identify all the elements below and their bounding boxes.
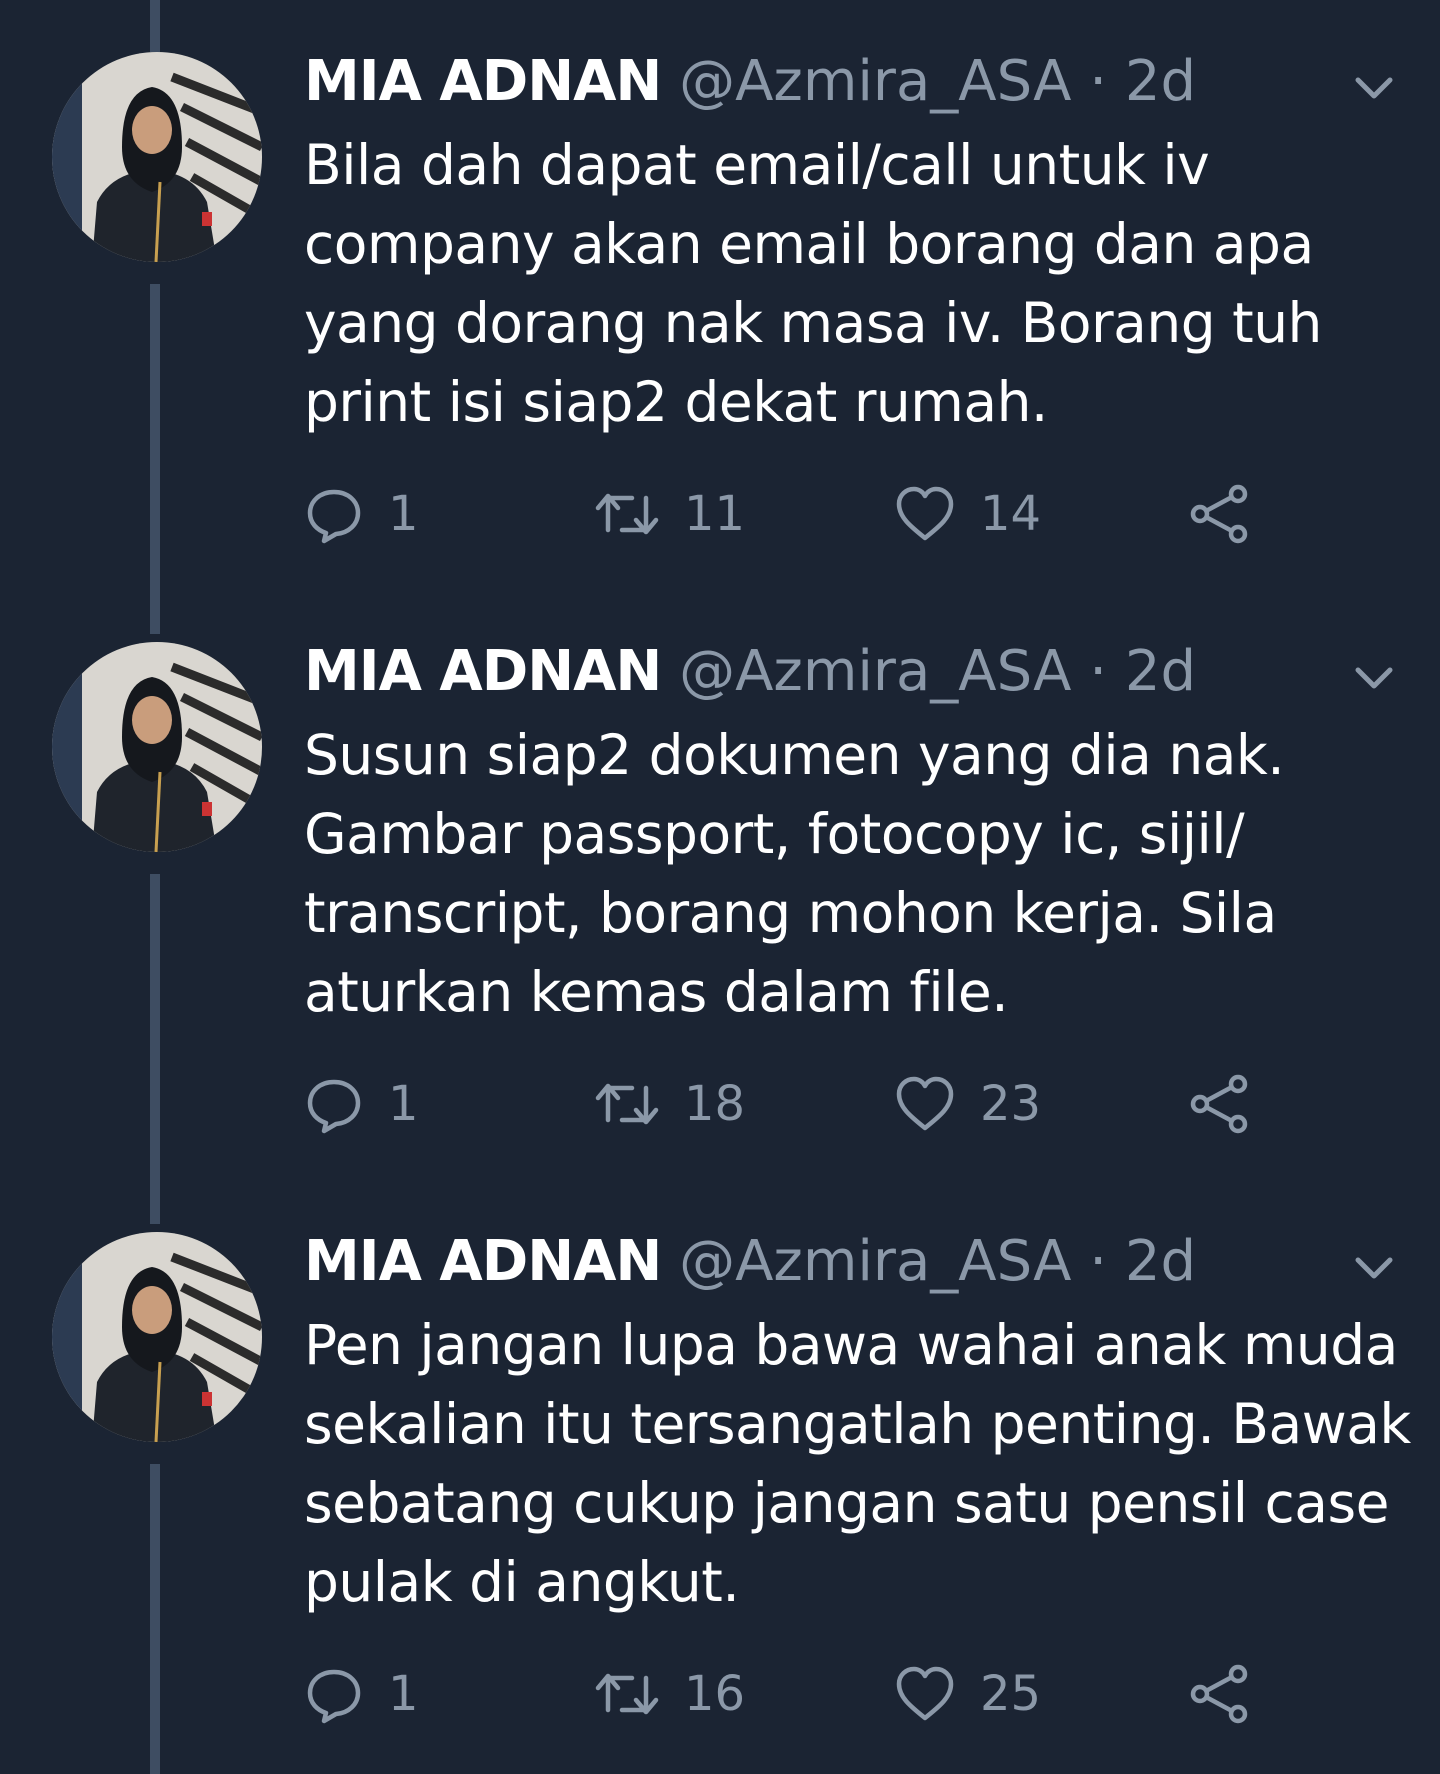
- user-handle[interactable]: @Azmira_ASA: [679, 1229, 1071, 1294]
- heart-icon: [894, 1664, 956, 1724]
- timestamp[interactable]: 2d: [1125, 639, 1196, 704]
- share-button[interactable]: [1188, 474, 1252, 554]
- retweet-count: 18: [684, 1076, 746, 1132]
- tweet-actions: 1 18 23: [304, 1064, 1304, 1144]
- chevron-down-icon[interactable]: [1350, 68, 1398, 108]
- tweet-text: Pen jangan lupa bawa wahai anak muda sek…: [304, 1313, 1411, 1614]
- tweet-1[interactable]: MIA ADNAN @Azmira_ASA · 2d Bila dah dapa…: [0, 0, 1440, 590]
- display-name[interactable]: MIA ADNAN: [304, 639, 662, 704]
- reply-icon: [304, 1664, 364, 1724]
- avatar[interactable]: [52, 1232, 262, 1442]
- like-count: 23: [980, 1076, 1042, 1132]
- separator-dot: ·: [1089, 49, 1108, 114]
- tweet-header: MIA ADNAN @Azmira_ASA · 2d: [304, 636, 1196, 708]
- tweet-header: MIA ADNAN @Azmira_ASA · 2d: [304, 46, 1196, 118]
- reply-button[interactable]: 1: [304, 1654, 419, 1734]
- share-icon: [1188, 1662, 1252, 1726]
- timestamp[interactable]: 2d: [1125, 49, 1196, 114]
- chevron-down-icon[interactable]: [1350, 1248, 1398, 1288]
- reply-count: 1: [388, 486, 419, 542]
- like-button[interactable]: 23: [894, 1064, 1041, 1144]
- share-button[interactable]: [1188, 1654, 1252, 1734]
- display-name[interactable]: MIA ADNAN: [304, 1229, 662, 1294]
- user-handle[interactable]: @Azmira_ASA: [679, 49, 1071, 114]
- separator-dot: ·: [1089, 639, 1108, 704]
- like-count: 14: [980, 486, 1042, 542]
- tweet-2[interactable]: MIA ADNAN @Azmira_ASA · 2d Susun siap2 d…: [0, 590, 1440, 1180]
- avatar[interactable]: [52, 52, 262, 262]
- heart-icon: [894, 1074, 956, 1134]
- reply-count: 1: [388, 1076, 419, 1132]
- chevron-down-icon[interactable]: [1350, 658, 1398, 698]
- retweet-icon: [594, 484, 660, 544]
- tweet-text: Bila dah dapat email/call untuk iv compa…: [304, 133, 1322, 434]
- reply-button[interactable]: 1: [304, 474, 419, 554]
- tweet-header: MIA ADNAN @Azmira_ASA · 2d: [304, 1226, 1196, 1298]
- like-button[interactable]: 14: [894, 474, 1041, 554]
- separator-dot: ·: [1089, 1229, 1108, 1294]
- user-handle[interactable]: @Azmira_ASA: [679, 639, 1071, 704]
- retweet-button[interactable]: 11: [594, 474, 745, 554]
- avatar[interactable]: [52, 642, 262, 852]
- reply-icon: [304, 1074, 364, 1134]
- heart-icon: [894, 484, 956, 544]
- share-icon: [1188, 1072, 1252, 1136]
- retweet-icon: [594, 1074, 660, 1134]
- reply-button[interactable]: 1: [304, 1064, 419, 1144]
- retweet-button[interactable]: 18: [594, 1064, 745, 1144]
- retweet-count: 11: [684, 486, 746, 542]
- tweet-actions: 1 16 25: [304, 1654, 1304, 1734]
- display-name[interactable]: MIA ADNAN: [304, 49, 662, 114]
- like-count: 25: [980, 1666, 1042, 1722]
- reply-icon: [304, 484, 364, 544]
- like-button[interactable]: 25: [894, 1654, 1041, 1734]
- retweet-count: 16: [684, 1666, 746, 1722]
- tweet-text: Susun siap2 dokumen yang dia nak. Gambar…: [304, 723, 1285, 1024]
- share-button[interactable]: [1188, 1064, 1252, 1144]
- timestamp[interactable]: 2d: [1125, 1229, 1196, 1294]
- retweet-button[interactable]: 16: [594, 1654, 745, 1734]
- tweet-3[interactable]: MIA ADNAN @Azmira_ASA · 2d Pen jangan lu…: [0, 1180, 1440, 1770]
- tweet-actions: 1 11 14: [304, 474, 1304, 554]
- reply-count: 1: [388, 1666, 419, 1722]
- retweet-icon: [594, 1664, 660, 1724]
- share-icon: [1188, 482, 1252, 546]
